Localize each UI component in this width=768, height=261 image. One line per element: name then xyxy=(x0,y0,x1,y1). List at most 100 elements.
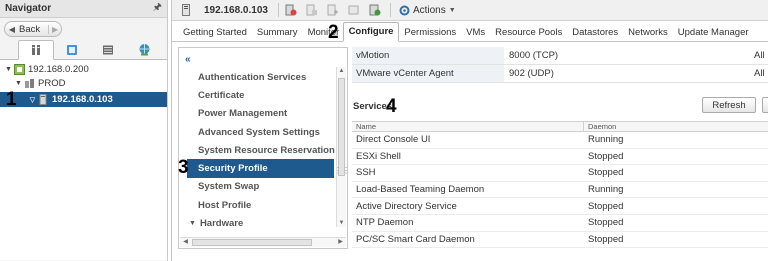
settings-item-system-swap[interactable]: System Swap xyxy=(187,178,334,196)
deploy-ovf-icon[interactable] xyxy=(306,4,319,17)
storage-icon xyxy=(103,45,113,54)
tab-update-manager[interactable]: Update Manager xyxy=(673,23,754,41)
navigator-title: Navigator xyxy=(5,3,52,14)
edit-button[interactable] xyxy=(762,97,768,113)
new-vm-icon[interactable] xyxy=(285,4,298,17)
tab-hosts-clusters[interactable] xyxy=(18,40,54,60)
services-table: Name Daemon Direct Console UI Running ES… xyxy=(352,121,768,249)
horizontal-scrollbar[interactable]: ◀ ▶ xyxy=(180,237,346,247)
power-options-icon[interactable] xyxy=(369,4,382,17)
maintenance-icon[interactable] xyxy=(348,4,361,17)
expand-icon[interactable]: ▽ xyxy=(28,96,37,104)
gear-icon xyxy=(399,5,410,15)
scroll-down-icon[interactable]: ▼ xyxy=(337,220,346,226)
forward-arrow-icon[interactable]: ▶ xyxy=(48,24,61,34)
tab-storage[interactable] xyxy=(90,40,126,59)
table-row[interactable]: Direct Console UI Running xyxy=(352,132,768,149)
services-header: Services Refresh xyxy=(352,95,768,117)
service-daemon-status: Stopped xyxy=(588,167,624,179)
settings-item-host-profile[interactable]: Host Profile xyxy=(187,196,334,214)
annotation-3: 3 xyxy=(178,157,189,178)
vcenter-icon xyxy=(13,63,25,75)
settings-item-power-management[interactable]: Power Management xyxy=(187,105,334,123)
column-header-name[interactable]: Name xyxy=(352,122,584,131)
main-panel: 192.168.0.103 Actions ▼ Getting Started … xyxy=(171,0,768,261)
table-row[interactable]: Load-Based Teaming Daemon Running xyxy=(352,182,768,199)
settings-group-hardware[interactable]: ▼ Hardware xyxy=(187,214,334,232)
refresh-button[interactable]: Refresh xyxy=(702,97,756,113)
actions-label: Actions xyxy=(412,4,446,16)
scroll-up-icon[interactable]: ▲ xyxy=(337,68,346,74)
host-icon xyxy=(37,94,49,105)
vertical-scrollbar[interactable]: ▲ ▼ xyxy=(336,67,346,227)
firewall-rule-ports: 8000 (TCP) xyxy=(509,50,559,61)
service-name: Active Directory Service xyxy=(356,200,457,212)
scroll-right-icon[interactable]: ▶ xyxy=(336,238,345,247)
firewall-rule-ports: 902 (UDP) xyxy=(509,68,554,79)
services-table-header: Name Daemon xyxy=(352,121,768,132)
settings-list: Authentication Services Certificate Powe… xyxy=(187,68,335,233)
service-daemon-status: Stopped xyxy=(588,217,624,229)
tab-resource-pools[interactable]: Resource Pools xyxy=(490,23,567,41)
object-tabs: Getting Started Summary Monitor Configur… xyxy=(172,21,768,42)
expand-group-icon: ▼ xyxy=(189,220,196,228)
tab-getting-started[interactable]: Getting Started xyxy=(178,23,252,41)
annotation-2: 2 xyxy=(328,22,339,43)
object-name: 192.168.0.103 xyxy=(204,4,268,16)
settings-item-authentication-services[interactable]: Authentication Services xyxy=(187,68,334,86)
tree-node-vcenter[interactable]: ▼ 192.168.0.200 xyxy=(0,62,167,76)
tab-permissions[interactable]: Permissions xyxy=(399,23,461,41)
pin-icon[interactable]: 🖈 xyxy=(153,0,162,17)
back-label: Back xyxy=(19,23,41,35)
service-name: PC/SC Smart Card Daemon xyxy=(356,233,475,245)
table-row[interactable]: PC/SC Smart Card Daemon Stopped xyxy=(352,232,768,249)
collapse-icon[interactable]: ▼ xyxy=(4,66,13,73)
inventory-tree: ▼ 192.168.0.200 ▼ PROD ▽ 192.168.0.103 xyxy=(0,60,167,260)
collapse-icon[interactable]: ▼ xyxy=(14,80,23,87)
service-name: SSH xyxy=(356,167,376,179)
settings-item-security-profile[interactable]: Security Profile xyxy=(187,159,334,178)
settings-item-advanced-system-settings[interactable]: Advanced System Settings xyxy=(187,123,334,141)
vms-templates-icon xyxy=(67,44,77,55)
object-toolbar: 192.168.0.103 Actions ▼ xyxy=(172,0,768,21)
actions-menu-button[interactable]: Actions ▼ xyxy=(399,5,456,16)
tree-node-label: 192.168.0.103 xyxy=(52,94,113,105)
new-resource-pool-icon[interactable] xyxy=(327,4,340,17)
firewall-rule-row[interactable]: VMware vCenter Agent 902 (UDP) All xyxy=(352,65,768,83)
scroll-left-icon[interactable]: ◀ xyxy=(181,238,190,247)
back-button[interactable]: ◀ Back ▶ xyxy=(4,21,63,37)
service-name: NTP Daemon xyxy=(356,217,414,229)
settings-item-system-resource-reservation[interactable]: System Resource Reservation xyxy=(187,141,335,159)
annotation-1: 1 xyxy=(6,89,17,110)
networking-icon xyxy=(139,44,149,56)
table-row[interactable]: Active Directory Service Stopped xyxy=(352,198,768,215)
table-row[interactable]: NTP Daemon Stopped xyxy=(352,215,768,232)
tab-vms[interactable]: VMs xyxy=(461,23,490,41)
tree-node-datacenter[interactable]: ▼ PROD xyxy=(0,76,167,90)
firewall-rule-row[interactable]: vMotion 8000 (TCP) All xyxy=(352,47,768,65)
splitter-grip-icon[interactable]: ⋮⋮ xyxy=(334,166,350,175)
tab-networks[interactable]: Networks xyxy=(623,23,673,41)
navigator-toolbar: ◀ Back ▶ xyxy=(0,18,167,40)
settings-item-certificate[interactable]: Certificate xyxy=(187,86,334,104)
tab-configure[interactable]: Configure xyxy=(342,22,400,42)
service-daemon-status: Running xyxy=(588,184,624,196)
column-header-daemon[interactable]: Daemon xyxy=(584,122,616,131)
navigator-tabs xyxy=(0,40,167,60)
service-daemon-status: Stopped xyxy=(588,200,624,212)
navigator-panel: Navigator 🖈 ◀ Back ▶ ▼ 192.168.0.200 ▼ P… xyxy=(0,0,168,261)
tree-node-host[interactable]: ▽ 192.168.0.103 xyxy=(0,92,167,107)
tab-summary[interactable]: Summary xyxy=(252,23,303,41)
service-name: ESXi Shell xyxy=(356,150,401,162)
table-row[interactable]: ESXi Shell Stopped xyxy=(352,149,768,166)
scrollbar-thumb[interactable] xyxy=(192,239,312,246)
tab-datastores[interactable]: Datastores xyxy=(567,23,623,41)
scrollbar-thumb[interactable] xyxy=(338,78,345,176)
tab-vms-templates[interactable] xyxy=(54,40,90,59)
table-row[interactable]: SSH Stopped xyxy=(352,165,768,182)
firewall-rule-scope: All xyxy=(754,50,765,61)
tab-networking[interactable] xyxy=(126,40,162,59)
collapse-panel-icon[interactable]: « xyxy=(185,54,191,65)
tree-node-label: PROD xyxy=(38,77,66,89)
firewall-rule-scope: All xyxy=(754,68,765,79)
